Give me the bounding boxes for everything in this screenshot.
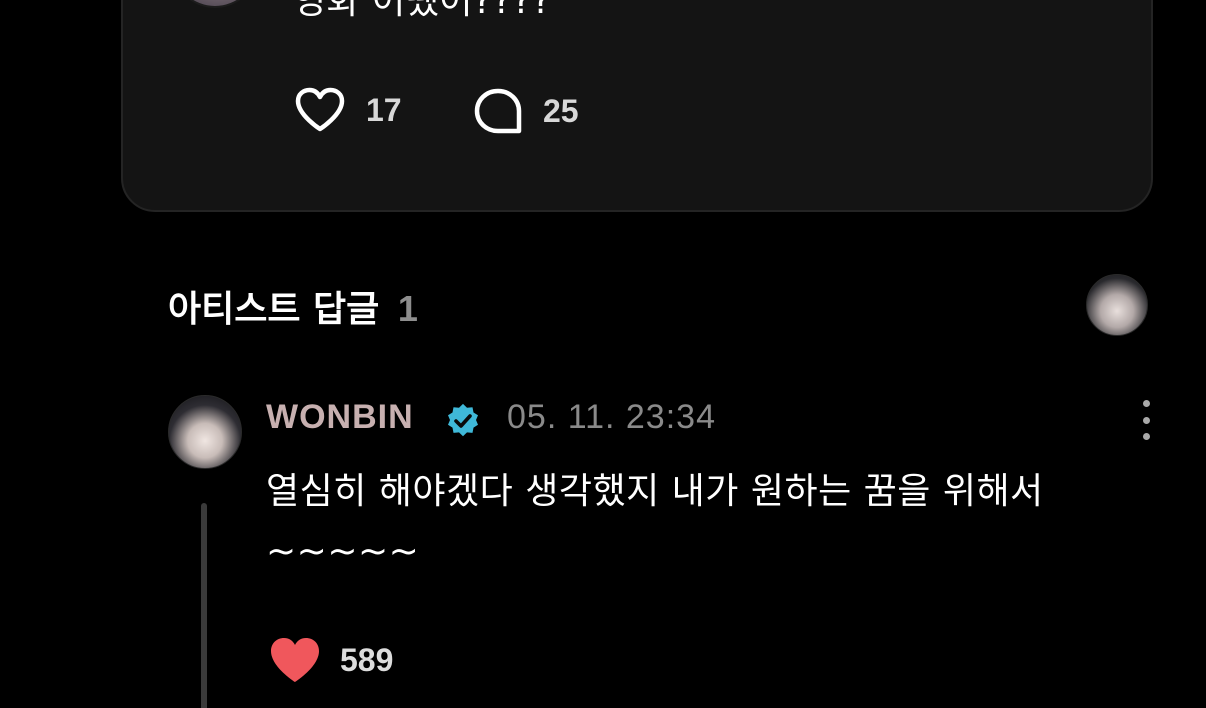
more-vertical-icon-dot (1142, 433, 1150, 440)
comment-timestamp: 05. 11. 23:34 (507, 398, 716, 436)
artist-avatar[interactable] (168, 395, 242, 469)
post-text: 영화 어땠어???? (293, 0, 552, 22)
app-screen: 영화 어땠어???? 17 25 아티스트 답글 1 WONBIN 05. 11… (0, 0, 1206, 708)
heart-outline-icon (295, 87, 345, 132)
verified-badge-icon (448, 403, 478, 437)
more-vertical-icon-dot (1142, 400, 1150, 407)
speech-bubble-icon (474, 88, 522, 134)
artist-name[interactable]: WONBIN (266, 398, 414, 437)
more-vertical-icon-dot (1142, 416, 1150, 424)
comment-like-button[interactable]: 589 (268, 636, 393, 684)
more-options-button[interactable] (1136, 400, 1156, 440)
thread-line (201, 503, 207, 708)
like-button[interactable]: 17 (294, 87, 402, 133)
post-author-avatar[interactable] (171, 0, 259, 8)
comment-body: 열심히 해야겠다 생각했지 내가 원하는 꿈을 위해서 ~~~~~ (266, 471, 1044, 572)
artist-replies-count: 1 (397, 288, 418, 329)
like-count: 17 (366, 91, 402, 128)
artist-avatar-small[interactable] (1086, 274, 1148, 336)
post-card[interactable]: 영화 어땠어???? 17 25 (121, 0, 1153, 212)
artist-replies-header: 아티스트 답글 1 (168, 280, 418, 332)
comment-like-count: 589 (340, 641, 394, 678)
heart-filled-icon (271, 638, 319, 682)
comment-button[interactable]: 25 (473, 87, 579, 135)
artist-replies-title: 아티스트 답글 (168, 289, 380, 330)
comment-count: 25 (543, 92, 579, 129)
